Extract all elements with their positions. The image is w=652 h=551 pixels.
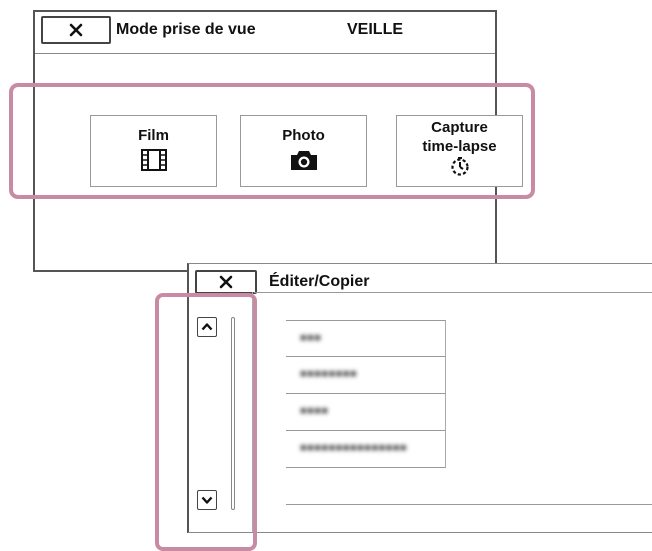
status-label: VEILLE (347, 21, 404, 38)
close-icon (219, 275, 233, 289)
header-divider (254, 292, 652, 293)
chevron-down-icon (201, 496, 213, 504)
list-item-label: ■■■ (300, 332, 322, 344)
scrollbar-track[interactable] (231, 317, 235, 510)
list-item-label: ■■■■ (300, 405, 329, 417)
list-item-label: ■■■■■■■■ (300, 368, 358, 380)
scroll-up-button[interactable] (197, 317, 217, 337)
film-strip-icon (140, 149, 167, 171)
list-item-label: ■■■■■■■■■■■■■■■ (300, 442, 408, 454)
edit-copy-screen: Éditer/Copier ■■■ ■■■■■■■■ ■■■■ ■■■■■■■■… (187, 263, 652, 533)
list-item[interactable]: ■■■ (286, 320, 446, 357)
time-lapse-label-line2: time-lapse (422, 138, 497, 155)
close-button[interactable] (41, 16, 111, 44)
photo-mode-button[interactable]: Photo (240, 115, 367, 187)
close-icon (69, 23, 83, 37)
photo-mode-label: Photo (282, 127, 325, 144)
scroll-down-button[interactable] (197, 490, 217, 510)
screen-title: Éditer/Copier (269, 273, 370, 290)
close-button[interactable] (195, 270, 257, 294)
shoot-mode-header: Mode prise de vue VEILLE (35, 12, 495, 54)
camera-icon (290, 151, 317, 170)
menu-list: ■■■ ■■■■■■■■ ■■■■ ■■■■■■■■■■■■■■■ (286, 320, 652, 505)
time-lapse-icon (450, 157, 469, 176)
list-item[interactable]: ■■■■ (286, 394, 446, 431)
time-lapse-mode-button[interactable]: Capture time-lapse (396, 115, 523, 187)
shoot-mode-screen: Mode prise de vue VEILLE Film Photo Capt… (33, 10, 523, 272)
chevron-up-icon (201, 323, 213, 331)
list-item[interactable]: ■■■■■■■■ (286, 357, 446, 394)
list-item[interactable] (286, 468, 652, 505)
scroll-divider (252, 292, 253, 532)
film-mode-label: Film (138, 127, 169, 144)
screen-title: Mode prise de vue (116, 21, 256, 38)
list-item[interactable]: ■■■■■■■■■■■■■■■ (286, 431, 446, 468)
time-lapse-label-line1: Capture (431, 119, 488, 136)
film-mode-button[interactable]: Film (90, 115, 217, 187)
